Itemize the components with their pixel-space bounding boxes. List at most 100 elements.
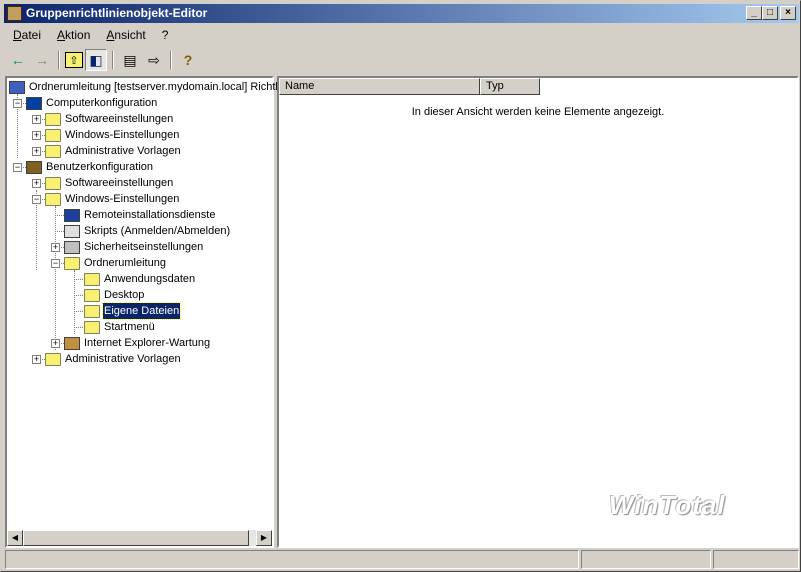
tree-item[interactable]: − Windows-Einstellungen <box>7 191 272 207</box>
tree-item[interactable]: + Administrative Vorlagen <box>7 143 272 159</box>
main-window: Gruppenrichtlinienobjekt-Editor _ □ × Da… <box>0 0 801 572</box>
tree-item[interactable]: + Administrative Vorlagen <box>7 351 272 367</box>
tree-item[interactable]: − Ordnerumleitung <box>7 255 272 271</box>
app-icon <box>7 6 22 21</box>
expand-icon[interactable]: + <box>51 339 60 348</box>
scroll-left-button[interactable]: ◀ <box>7 530 23 546</box>
folder-icon <box>45 353 61 366</box>
forward-icon[interactable]: → <box>31 49 53 71</box>
menu-help[interactable]: ? <box>162 28 169 42</box>
folder-icon <box>45 177 61 190</box>
folder-icon <box>64 257 80 270</box>
export-list-icon[interactable]: ⇨ <box>143 49 165 71</box>
tree-item-label: Anwendungsdaten <box>104 273 196 285</box>
tree-item-label: Windows-Einstellungen <box>65 129 180 141</box>
tree-item[interactable]: + Softwareeinstellungen <box>7 111 272 127</box>
security-icon <box>64 241 80 254</box>
tree-line <box>74 295 83 296</box>
tree-item-label: Skripts (Anmelden/Abmelden) <box>84 225 231 237</box>
toolbar-separator <box>170 51 172 69</box>
expand-icon[interactable]: + <box>32 355 41 364</box>
tree-item-label: Eigene Dateien <box>101 302 182 320</box>
folder-icon <box>45 113 61 126</box>
column-header-typ[interactable]: Typ <box>480 78 540 95</box>
menu-aktion[interactable]: Aktion <box>57 28 90 42</box>
tree-item-label: Internet Explorer-Wartung <box>84 337 211 349</box>
minimize-button[interactable]: _ <box>746 6 762 20</box>
computer-icon <box>26 97 42 110</box>
tree-item[interactable]: Ordnerumleitung [testserver.mydomain.loc… <box>7 79 295 95</box>
tree-item[interactable]: − Computerkonfiguration <box>7 95 272 111</box>
policy-icon <box>9 81 25 94</box>
menu-ansicht[interactable]: Ansicht <box>106 28 145 42</box>
title-bar: Gruppenrichtlinienobjekt-Editor _ □ × <box>4 4 799 23</box>
tree-item[interactable]: + Sicherheitseinstellungen <box>7 239 272 255</box>
tree-item[interactable]: Eigene Dateien <box>7 302 272 320</box>
window-title: Gruppenrichtlinienobjekt-Editor <box>26 6 208 20</box>
expand-icon[interactable]: + <box>51 243 60 252</box>
expand-icon[interactable]: + <box>32 115 41 124</box>
expand-icon[interactable]: + <box>32 147 41 156</box>
folder-icon <box>84 273 100 286</box>
ie-maintenance-icon <box>64 337 80 350</box>
tree-item[interactable]: + Softwareeinstellungen <box>7 175 272 191</box>
help-icon[interactable]: ? <box>177 49 199 71</box>
show-hide-tree-icon[interactable]: ◧ <box>85 49 107 71</box>
tree-item-label: Softwareeinstellungen <box>65 177 174 189</box>
toolbar-separator <box>58 51 60 69</box>
collapse-icon[interactable]: − <box>13 99 22 108</box>
remote-install-icon <box>64 209 80 222</box>
tree-item[interactable]: + Internet Explorer-Wartung <box>7 335 272 351</box>
tree-item[interactable]: Remoteinstallationsdienste <box>7 207 272 223</box>
collapse-icon[interactable]: − <box>13 163 22 172</box>
tree-item-label: Administrative Vorlagen <box>65 353 181 365</box>
toolbar: ← → ⇧ ◧ ▤ ⇨ ? <box>7 49 199 71</box>
status-bar-panel <box>713 550 799 569</box>
script-icon <box>64 225 80 238</box>
menu-datei[interactable]: Datei <box>13 28 41 42</box>
tree-line <box>55 215 64 216</box>
collapse-icon[interactable]: − <box>51 259 60 268</box>
tree-item-label: Ordnerumleitung <box>84 257 166 269</box>
empty-message: In dieser Ansicht werden keine Elemente … <box>411 106 665 118</box>
scroll-right-button[interactable]: ▶ <box>256 530 272 546</box>
tree-item[interactable]: Desktop <box>7 287 272 303</box>
menu-bar: Datei Aktion Ansicht ? <box>13 28 184 42</box>
tree-item-label: Computerkonfiguration <box>46 97 158 109</box>
tree-item[interactable]: + Windows-Einstellungen <box>7 127 272 143</box>
user-icon <box>26 161 42 174</box>
tree-item-label: Remoteinstallationsdienste <box>84 209 216 221</box>
tree-item-label: Startmenü <box>104 321 155 333</box>
expand-icon[interactable]: + <box>32 179 41 188</box>
tree-item[interactable]: Skripts (Anmelden/Abmelden) <box>7 223 272 239</box>
status-bar-panel <box>581 550 711 569</box>
column-header-name[interactable]: Name <box>279 78 480 95</box>
tree-line <box>55 231 64 232</box>
maximize-button[interactable]: □ <box>762 6 778 20</box>
collapse-icon[interactable]: − <box>32 195 41 204</box>
tree-line <box>74 311 83 312</box>
folder-icon <box>45 193 61 206</box>
back-icon[interactable]: ← <box>7 49 29 71</box>
tree-item-label: Benutzerkonfiguration <box>46 161 154 173</box>
list-pane: Name Typ In dieser Ansicht werden keine … <box>277 76 799 548</box>
up-folder-icon[interactable]: ⇧ <box>65 52 83 68</box>
tree-item-label: Windows-Einstellungen <box>65 193 180 205</box>
tree-item[interactable]: − Benutzerkonfiguration <box>7 159 272 175</box>
tree-item-label: Desktop <box>104 289 145 301</box>
tree-item-label: Administrative Vorlagen <box>65 145 181 157</box>
toolbar-separator <box>112 51 114 69</box>
tree-item-label: Sicherheitseinstellungen <box>84 241 204 253</box>
properties-icon[interactable]: ▤ <box>119 49 141 71</box>
folder-icon <box>84 289 100 302</box>
scroll-thumb[interactable] <box>23 530 249 546</box>
folder-icon <box>84 321 100 334</box>
horizontal-scrollbar[interactable]: ◀ ▶ <box>7 530 272 546</box>
tree-item[interactable]: Anwendungsdaten <box>7 271 272 287</box>
tree-item[interactable]: Startmenü <box>7 319 272 335</box>
expand-icon[interactable]: + <box>32 131 41 140</box>
tree-line <box>74 327 83 328</box>
folder-icon <box>45 145 61 158</box>
close-button[interactable]: × <box>780 6 796 20</box>
folder-open-icon <box>84 305 100 318</box>
